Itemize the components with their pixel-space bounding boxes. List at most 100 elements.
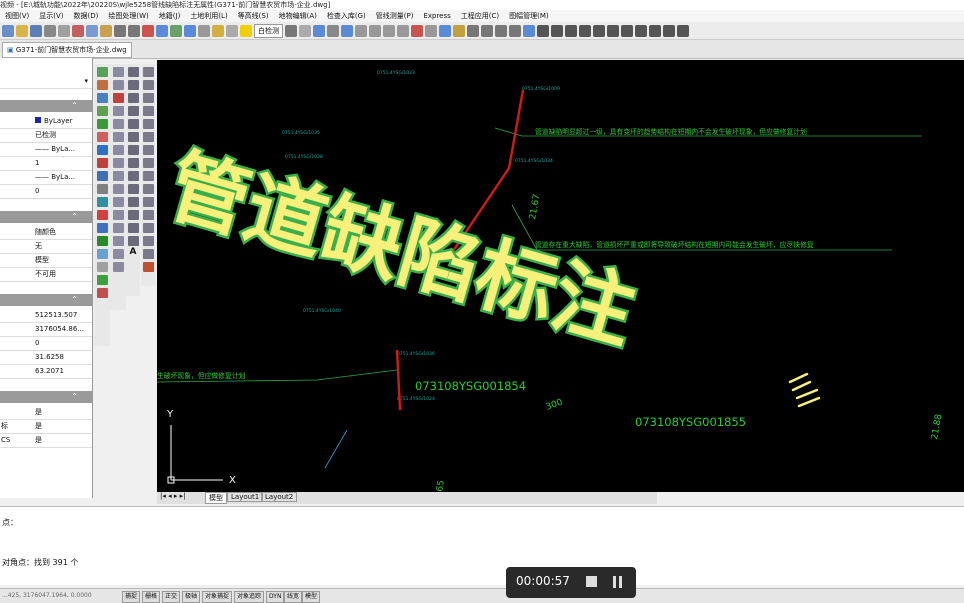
- zoom-out-icon[interactable]: [383, 24, 395, 37]
- properties-section-header[interactable]: ⌃: [0, 294, 92, 306]
- trim-icon[interactable]: [509, 24, 521, 37]
- break-tool-icon[interactable]: [142, 210, 154, 220]
- scale-icon[interactable]: [481, 24, 493, 37]
- property-row[interactable]: 是: [0, 405, 92, 420]
- tool-icon[interactable]: [96, 106, 108, 116]
- paste-icon[interactable]: [100, 24, 112, 37]
- dyn-toggle[interactable]: DYN: [266, 591, 285, 603]
- rotate-tool-icon[interactable]: [142, 145, 154, 155]
- osnap-toggle[interactable]: 对象捕捉: [202, 591, 233, 603]
- menu-item[interactable]: 管线测量(P): [371, 10, 419, 22]
- erase-tool-icon[interactable]: [142, 67, 154, 77]
- dim-radius-icon[interactable]: [565, 24, 577, 37]
- tool-icon[interactable]: [112, 158, 124, 168]
- window-icon[interactable]: [523, 24, 535, 37]
- measure-icon[interactable]: [411, 24, 423, 37]
- copy-tool-icon[interactable]: [142, 80, 154, 90]
- menu-item[interactable]: 等高线(S): [233, 10, 274, 22]
- property-row[interactable]: 31.6258: [0, 350, 92, 365]
- command-line[interactable]: 点： 对角点：找到 391 个: [0, 506, 964, 585]
- property-row[interactable]: 无: [0, 239, 92, 254]
- polar-toggle[interactable]: 极轴: [182, 591, 201, 603]
- layer-icon[interactable]: [212, 24, 224, 37]
- save-icon[interactable]: [30, 24, 42, 37]
- tool-icon[interactable]: [112, 197, 124, 207]
- drawing-svg[interactable]: 0751.4YSG/1023 0751.4YSG/1009 0751.4YSG/…: [157, 60, 964, 492]
- property-row[interactable]: CS 是: [0, 433, 92, 448]
- tool-icon[interactable]: [96, 236, 108, 246]
- tool-icon[interactable]: [112, 80, 124, 90]
- tool-icon[interactable]: [96, 67, 108, 77]
- zoom-realtime-icon[interactable]: [341, 24, 353, 37]
- dim-continue-icon[interactable]: [621, 24, 633, 37]
- property-row[interactable]: 0: [0, 336, 92, 351]
- property-row[interactable]: 模型: [0, 253, 92, 268]
- zoom-all-icon[interactable]: [397, 24, 409, 37]
- mirror-tool-icon[interactable]: [142, 93, 154, 103]
- dim-center-icon[interactable]: [649, 24, 661, 37]
- menu-item[interactable]: 绘图处理(W): [103, 10, 153, 22]
- table-tool-icon[interactable]: [127, 223, 139, 233]
- tool-icon[interactable]: [112, 210, 124, 220]
- dim-style-icon[interactable]: [677, 24, 689, 37]
- properties-select[interactable]: ▾: [0, 74, 92, 89]
- property-row[interactable]: 3176054.86...: [0, 322, 92, 337]
- tool-icon[interactable]: [96, 158, 108, 168]
- ellipse-tool-icon[interactable]: [127, 158, 139, 168]
- pause-icon-bar[interactable]: [619, 576, 622, 588]
- polygon-tool-icon[interactable]: [127, 106, 139, 116]
- tool-icon[interactable]: [112, 106, 124, 116]
- menu-item[interactable]: 土地利用(L): [185, 10, 232, 22]
- hatch-tool-icon[interactable]: [127, 197, 139, 207]
- properties-section-header[interactable]: ⌃: [0, 211, 92, 223]
- tool-icon[interactable]: [112, 223, 124, 233]
- tool-icon[interactable]: [112, 145, 124, 155]
- tool-icon[interactable]: [96, 223, 108, 233]
- array-tool-icon[interactable]: [142, 119, 154, 129]
- extend-tool-icon[interactable]: [142, 197, 154, 207]
- trim-tool-icon[interactable]: [142, 184, 154, 194]
- zoom-previous-icon[interactable]: [355, 24, 367, 37]
- tool-icon[interactable]: [96, 249, 108, 259]
- drawing-canvas[interactable]: 0751.4YSG/1023 0751.4YSG/1009 0751.4YSG/…: [157, 60, 964, 492]
- collapse-icon[interactable]: ⌃: [71, 212, 78, 221]
- spline-tool-icon[interactable]: [127, 145, 139, 155]
- dim-ordinate-icon[interactable]: [593, 24, 605, 37]
- preview-icon[interactable]: [58, 24, 70, 37]
- tool-icon[interactable]: [96, 119, 108, 129]
- tool-icon[interactable]: [96, 262, 108, 272]
- stretch-tool-icon[interactable]: [142, 171, 154, 181]
- collapse-icon[interactable]: ⌃: [71, 392, 78, 401]
- tool-icon[interactable]: [112, 249, 124, 259]
- property-row[interactable]: 已检测: [0, 128, 92, 143]
- dim-baseline-icon[interactable]: [607, 24, 619, 37]
- lineweight-toggle[interactable]: 线宽: [284, 591, 303, 603]
- zoom-icon[interactable]: [156, 24, 168, 37]
- match-icon[interactable]: [313, 24, 325, 37]
- stop-icon[interactable]: [586, 576, 597, 587]
- tool-icon[interactable]: [112, 67, 124, 77]
- tool-icon[interactable]: [112, 119, 124, 129]
- properties-section-header[interactable]: ⌃: [0, 100, 92, 112]
- snap-toggle[interactable]: 捕捉: [122, 591, 141, 603]
- collapse-icon[interactable]: ⌃: [71, 101, 78, 110]
- property-row[interactable]: 512513.507: [0, 308, 92, 323]
- scale-tool-icon[interactable]: [142, 158, 154, 168]
- new-icon[interactable]: [2, 24, 14, 37]
- mtext-tool-icon[interactable]: [127, 236, 139, 246]
- fillet-tool-icon[interactable]: [142, 249, 154, 259]
- property-row[interactable]: 63.2071: [0, 364, 92, 379]
- polyline-tool-icon[interactable]: [127, 80, 139, 90]
- property-row[interactable]: 1: [0, 156, 92, 171]
- tool-icon[interactable]: [96, 93, 108, 103]
- menu-item[interactable]: 地籍(J): [154, 10, 186, 22]
- color-icon[interactable]: [299, 24, 311, 37]
- tool-icon[interactable]: [112, 132, 124, 142]
- circle-tool-icon[interactable]: [127, 132, 139, 142]
- print-icon[interactable]: [44, 24, 56, 37]
- tool-icon[interactable]: [96, 171, 108, 181]
- collapse-icon[interactable]: ⌃: [71, 295, 78, 304]
- cut-icon[interactable]: [72, 24, 84, 37]
- tool-icon[interactable]: [112, 236, 124, 246]
- region-tool-icon[interactable]: [127, 210, 139, 220]
